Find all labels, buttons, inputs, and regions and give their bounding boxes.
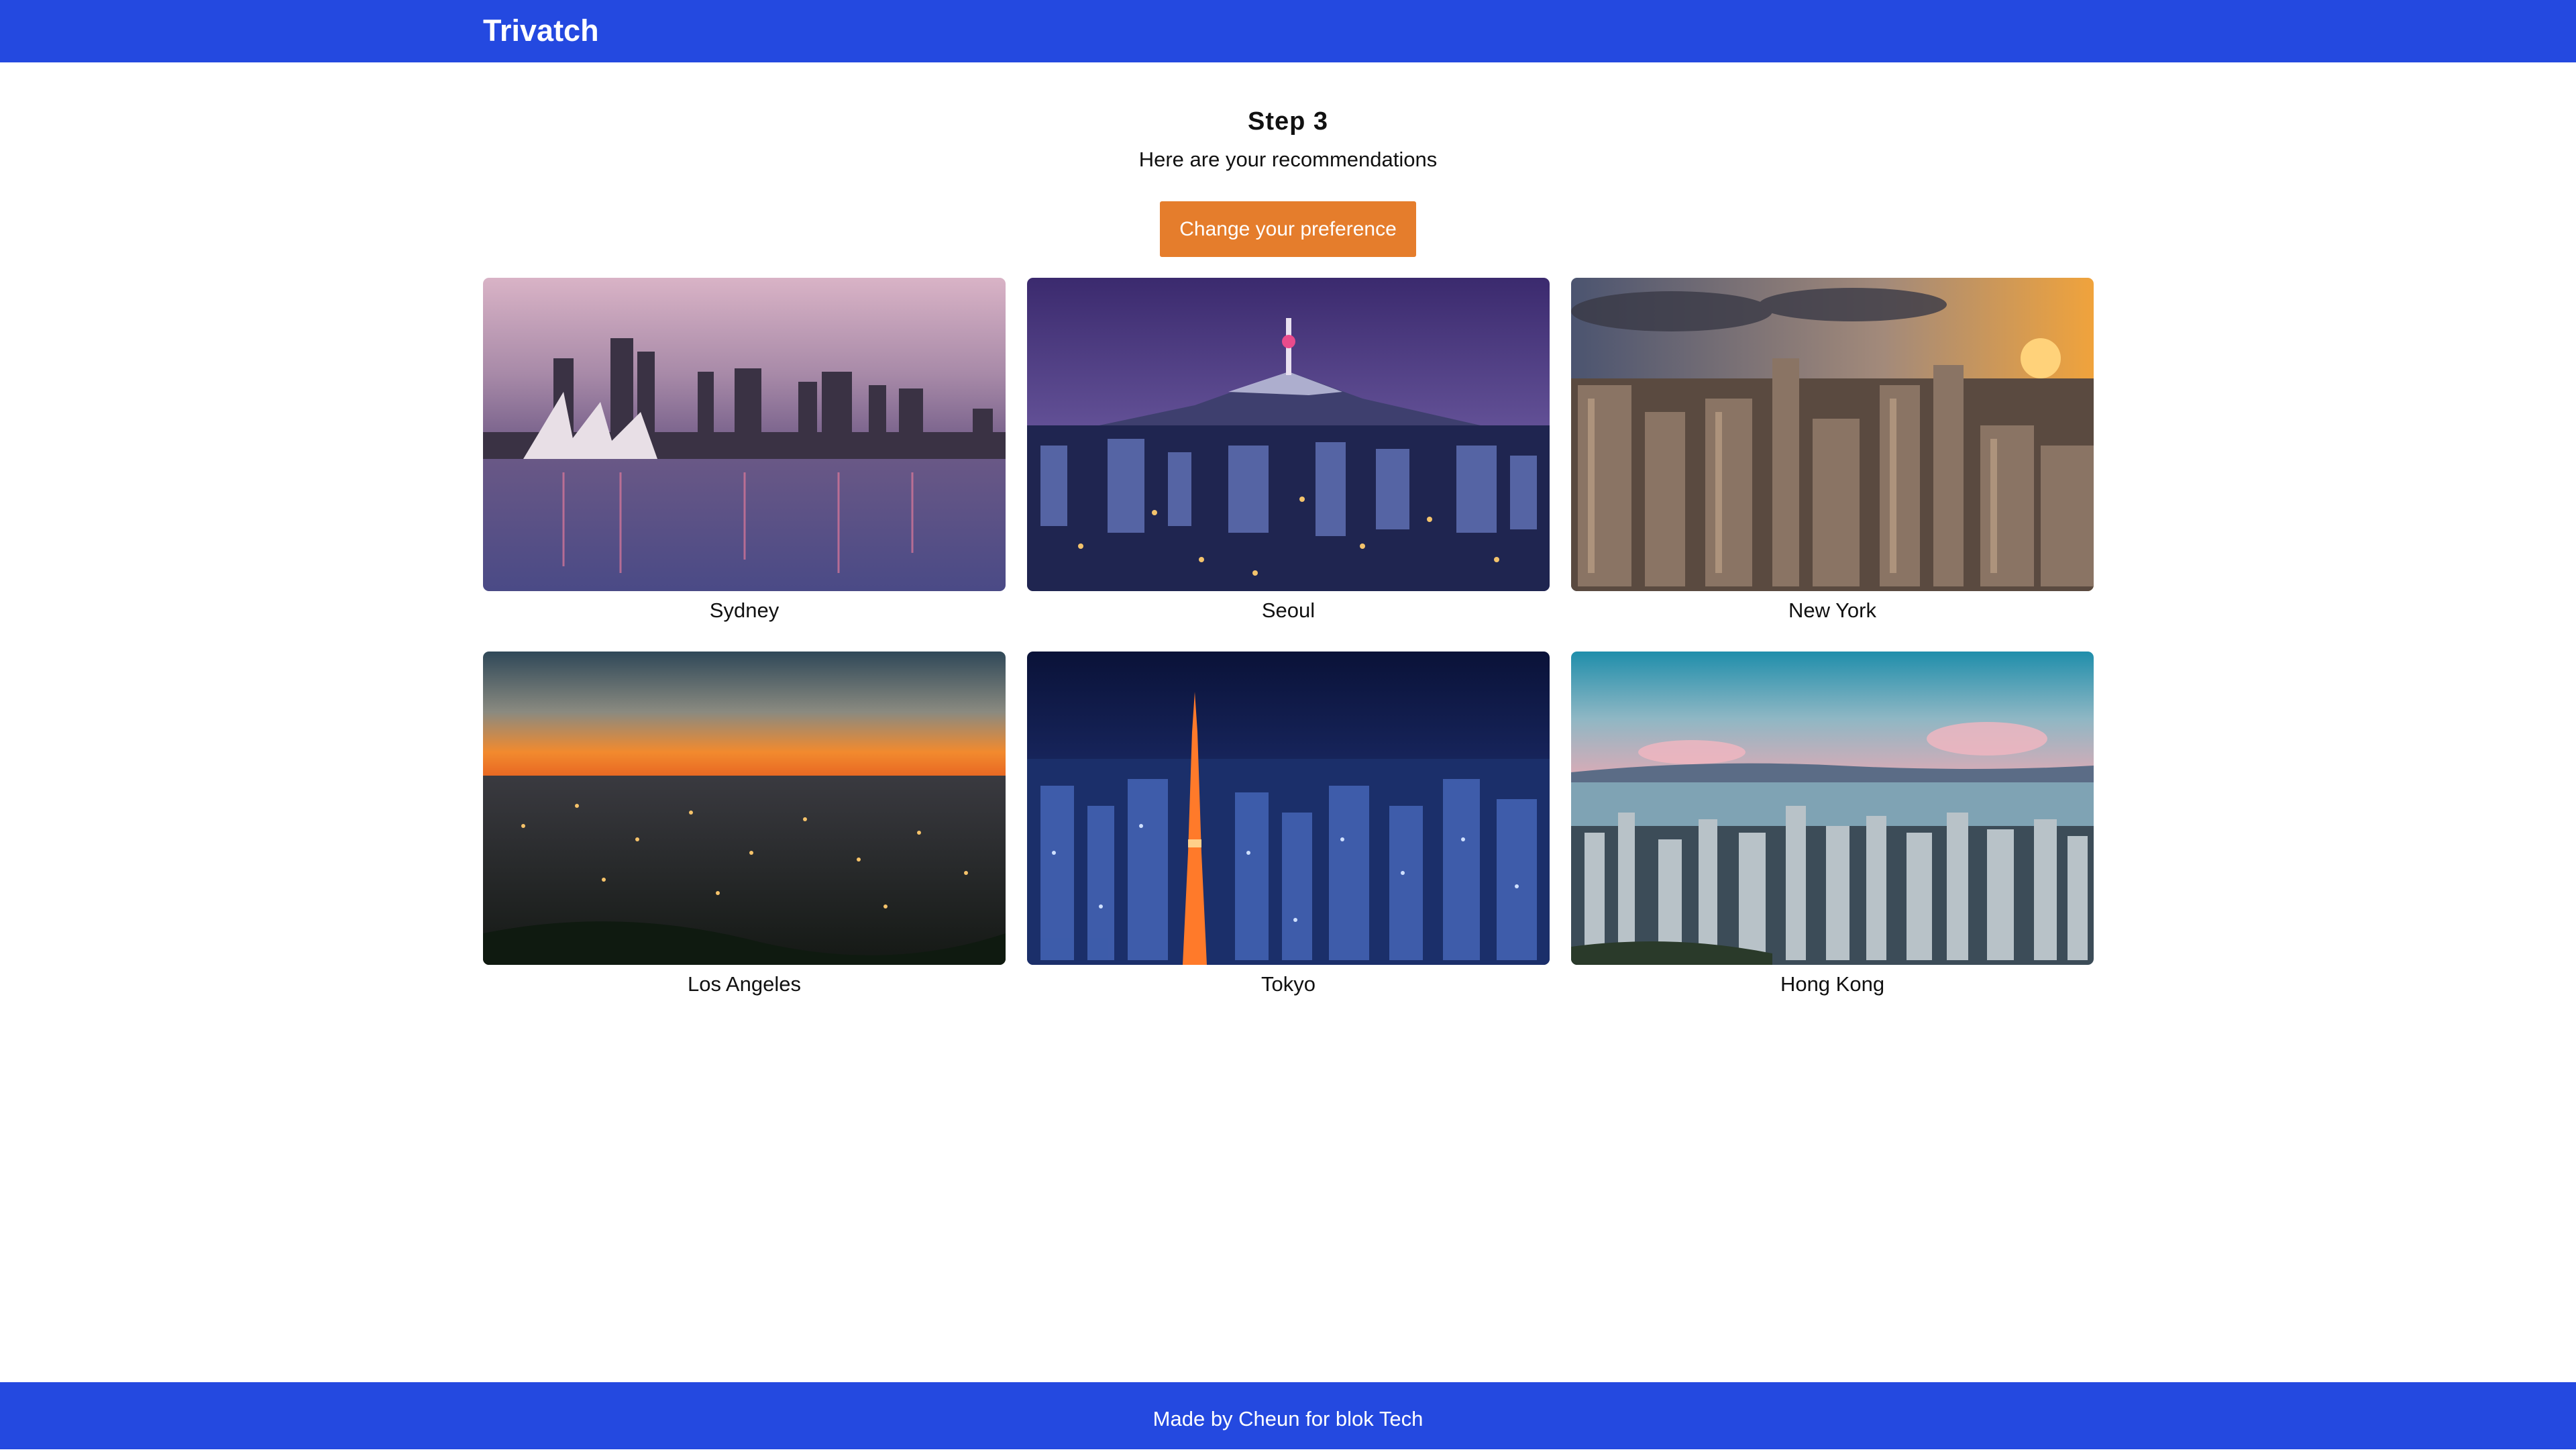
city-name-tokyo: Tokyo [1261,972,1316,996]
footer-credit: Made by Cheun for blok Tech [1152,1407,1424,1431]
recommendation-grid: Sydney Seoul New York Los Angeles Tokyo … [483,278,2094,998]
city-card-sydney[interactable]: Sydney [483,278,1006,625]
city-card-seoul[interactable]: Seoul [1027,278,1550,625]
city-card-los-angeles[interactable]: Los Angeles [483,652,1006,998]
step-subtitle: Here are your recommendations [1138,148,1438,171]
change-preference-button[interactable]: Change your preference [1160,201,1416,257]
city-photo-hong-kong[interactable] [1571,652,2094,965]
top-navbar: Trivatch [0,0,2576,62]
city-photo-new-york[interactable] [1571,278,2094,591]
city-name-sydney: Sydney [709,599,780,622]
city-name-los-angeles: Los Angeles [688,972,801,996]
city-photo-sydney[interactable] [483,278,1006,591]
brand-logo-link[interactable]: Trivatch [483,9,599,52]
city-card-tokyo[interactable]: Tokyo [1027,652,1550,998]
city-photo-los-angeles[interactable] [483,652,1006,965]
city-card-new-york[interactable]: New York [1571,278,2094,625]
city-photo-tokyo[interactable] [1027,652,1550,965]
city-name-hong-kong: Hong Kong [1780,972,1885,996]
city-name-new-york: New York [1788,599,1876,622]
city-card-hong-kong[interactable]: Hong Kong [1571,652,2094,998]
step-title: Step 3 [1247,107,1329,136]
page-footer: Made by Cheun for blok Tech [0,1382,2576,1449]
city-photo-seoul[interactable] [1027,278,1550,591]
city-name-seoul: Seoul [1261,599,1316,622]
